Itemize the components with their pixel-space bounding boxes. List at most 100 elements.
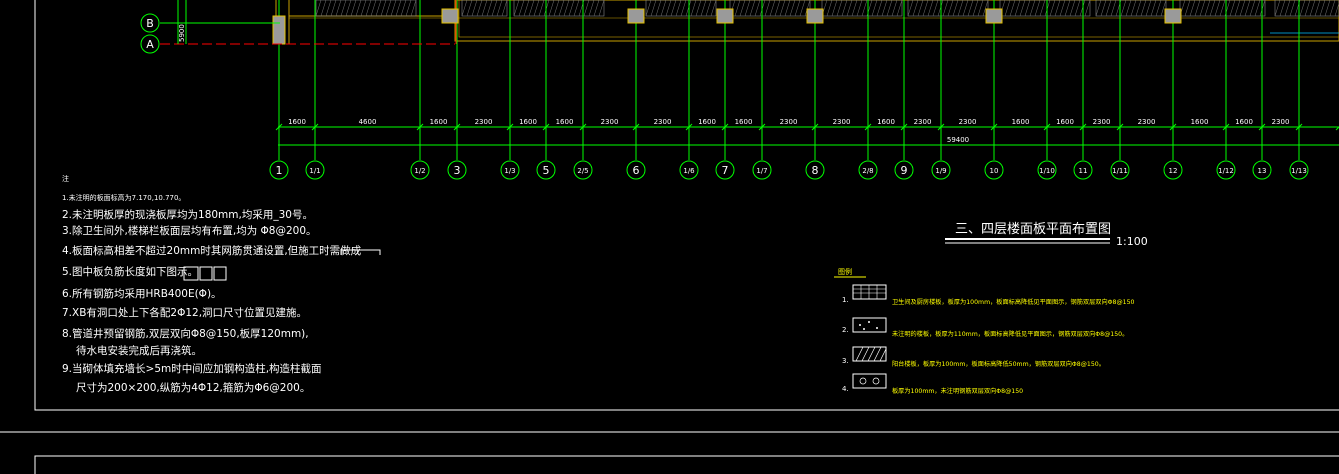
- axis-bubble-1-9: 1/9: [931, 160, 951, 180]
- legend-1-symbol: [852, 284, 887, 300]
- drawing-title: 三、四层楼面板平面布置图: [955, 222, 1111, 237]
- axis-bubble-11: 11: [1073, 160, 1093, 180]
- dimension-21: 1600: [1235, 118, 1253, 126]
- axis-bubble-1-10: 1/10: [1037, 160, 1057, 180]
- axis-label: 9: [901, 164, 908, 177]
- column-1: [272, 15, 286, 45]
- axis-bubble-2-5: 2/5: [573, 160, 593, 180]
- axis-label: 2/5: [577, 167, 588, 175]
- column-6: [985, 8, 1003, 24]
- note-9: 9.当砌体填充墙长>5m时中间应加钢构造柱,构造柱截面: [62, 362, 322, 375]
- legend-1-text: 卫生间及厨房楼板，板厚为100mm，板面标高降低见平面图示，钢筋双层双向Φ8@1…: [892, 298, 1135, 306]
- axis-label: 5: [543, 164, 550, 177]
- legend-4-num: 4.: [842, 385, 849, 393]
- column-4: [716, 8, 734, 24]
- structural-drawing-canvas: B A 5900 1600 4600 1600 2300 1600 1600 2300 230…: [0, 0, 1339, 474]
- dimension-7: 2300: [601, 118, 619, 126]
- axis-label: 2/8: [862, 167, 873, 175]
- axis-label: 1/13: [1291, 167, 1307, 175]
- axis-label: 3: [454, 164, 461, 177]
- dimension-18: 2300: [1093, 118, 1111, 126]
- note-8: 8.管道井预留钢筋,双层双向Φ8@150,板厚120mm),: [62, 327, 309, 340]
- note-2: 2.未注明板厚的现浇板厚均为180mm,均采用_30号。: [62, 208, 313, 221]
- axis-lines: [272, 0, 1300, 160]
- dimension-19: 2300: [1138, 118, 1156, 126]
- dimension-11: 2300: [780, 118, 798, 126]
- dimension-3: 1600: [430, 118, 448, 126]
- legend-4-symbol: [852, 373, 887, 389]
- dimension-10: 1600: [735, 118, 753, 126]
- axis-label: 1/9: [935, 167, 946, 175]
- legend-3-symbol: [852, 346, 887, 362]
- axis-label: 11: [1079, 167, 1088, 175]
- total-dimension: 59400: [947, 136, 969, 144]
- legend-3-num: 3.: [842, 357, 849, 365]
- axis-bubble-6: 6: [626, 160, 646, 180]
- dimension-17: 1600: [1056, 118, 1074, 126]
- notes-heading: 注: [62, 174, 69, 183]
- note-7: 7.XB有洞口处上下各配2Φ12,洞口尺寸位置见建施。: [62, 306, 307, 319]
- note-3: 3.除卫生间外,楼梯栏板面层均有布置,均为 Φ8@200。: [62, 224, 317, 237]
- dimension-12: 2300: [833, 118, 851, 126]
- column-5: [806, 8, 824, 24]
- dimension-1: 1600: [288, 118, 306, 126]
- column-2: [441, 8, 459, 24]
- dimension-texts: 1600 4600 1600 2300 1600 1600 2300 2300 1600 1600…: [275, 118, 1339, 131]
- legend-4-text: 板厚为100mm，未注明钢筋双层双向Φ8@150: [892, 387, 1023, 395]
- drawing-scale: 1:100: [1116, 235, 1148, 248]
- note-5: 5.图中板负筋长度如下图示。: [62, 265, 198, 278]
- note-4: 4.板面标高相差不超过20mm时其网筋贯通设置,但施工时需做成: [62, 244, 362, 257]
- axis-bubble-1-12: 1/12: [1216, 160, 1236, 180]
- dimension-2: 4600: [359, 118, 377, 126]
- axis-bubble-1-1: 1/1: [305, 160, 325, 180]
- legend-3-text: 阳台楼板，板厚为100mm，板面标高降低50mm，钢筋双层双向Φ8@150。: [892, 360, 1105, 368]
- axis-label: 1: [276, 164, 283, 177]
- axis-bubble-2-8: 2/8: [858, 160, 878, 180]
- axis-bubble-1-2: 1/2: [410, 160, 430, 180]
- axis-label: 1/7: [756, 167, 767, 175]
- column-3: [627, 8, 645, 24]
- axis-bubble-1-7: 1/7: [752, 160, 772, 180]
- axis-label: 1/6: [683, 167, 695, 175]
- axis-label: 13: [1258, 167, 1267, 175]
- axis-bubble-1-11: 1/11: [1110, 160, 1130, 180]
- row-dimension: 5900: [178, 24, 186, 42]
- dimension-5: 1600: [519, 118, 537, 126]
- axis-bubble-1-6: 1/6: [679, 160, 699, 180]
- dimension-9: 1600: [698, 118, 716, 126]
- dimension-8: 2300: [654, 118, 672, 126]
- column-7: [1164, 8, 1182, 24]
- dimension-4: 2300: [475, 118, 493, 126]
- legend-2-num: 2.: [842, 326, 849, 334]
- dimension-lines: [278, 126, 1339, 146]
- axis-bubble-13: 13: [1252, 160, 1272, 180]
- dimension-15: 2300: [959, 118, 977, 126]
- axis-label-a: A: [146, 38, 154, 51]
- axis-bubble-1-3: 1/3: [500, 160, 520, 180]
- legend-1-num: 1.: [842, 296, 849, 304]
- note-9-cont: 尺寸为200×200,纵筋为4Φ12,箍筋为Φ6@200。: [76, 381, 310, 394]
- dimension-6: 1600: [556, 118, 574, 126]
- axis-bubble-7: 7: [715, 160, 735, 180]
- legend-2-symbol: [852, 317, 887, 333]
- note-6: 6.所有钢筋均采用HRB400E(Φ)。: [62, 287, 222, 300]
- axis-label: 7: [722, 164, 729, 177]
- axis-bubble-3: 3: [447, 160, 467, 180]
- dimension-13: 1600: [877, 118, 895, 126]
- note-8-cont: 待水电安装完成后再浇筑。: [76, 344, 202, 357]
- dimension-16: 1600: [1012, 118, 1030, 126]
- axis-label: 1/10: [1039, 167, 1055, 175]
- axis-bubble-8: 8: [805, 160, 825, 180]
- axis-bubble-12: 12: [1163, 160, 1183, 180]
- dimension-22: 2300: [1272, 118, 1290, 126]
- legend: 图例 1. 卫生间及厨房楼板，板厚为100mm，板面标高降低见平面图示，钢筋双层…: [834, 267, 1135, 395]
- dimension-14: 2300: [914, 118, 932, 126]
- axis-bubble-1: 1: [269, 160, 289, 180]
- axis-label: 12: [1169, 167, 1178, 175]
- axis-label: 10: [990, 167, 999, 175]
- axis-label: 1/11: [1112, 167, 1128, 175]
- row-axis-markers: B A 5900: [140, 0, 455, 54]
- legend-2-text: 未注明的楼板，板厚为110mm，板面标高降低见平面图示，钢筋双层双向Φ8@150…: [892, 330, 1128, 338]
- axis-bubble-9: 9: [894, 160, 914, 180]
- column-axis-bubbles: 1 1/1 1/2 3 1/3 5 2/5 6 1/6 7 1/7 8 2/8 9 1/9 10 1/10 11 1…: [269, 160, 1309, 180]
